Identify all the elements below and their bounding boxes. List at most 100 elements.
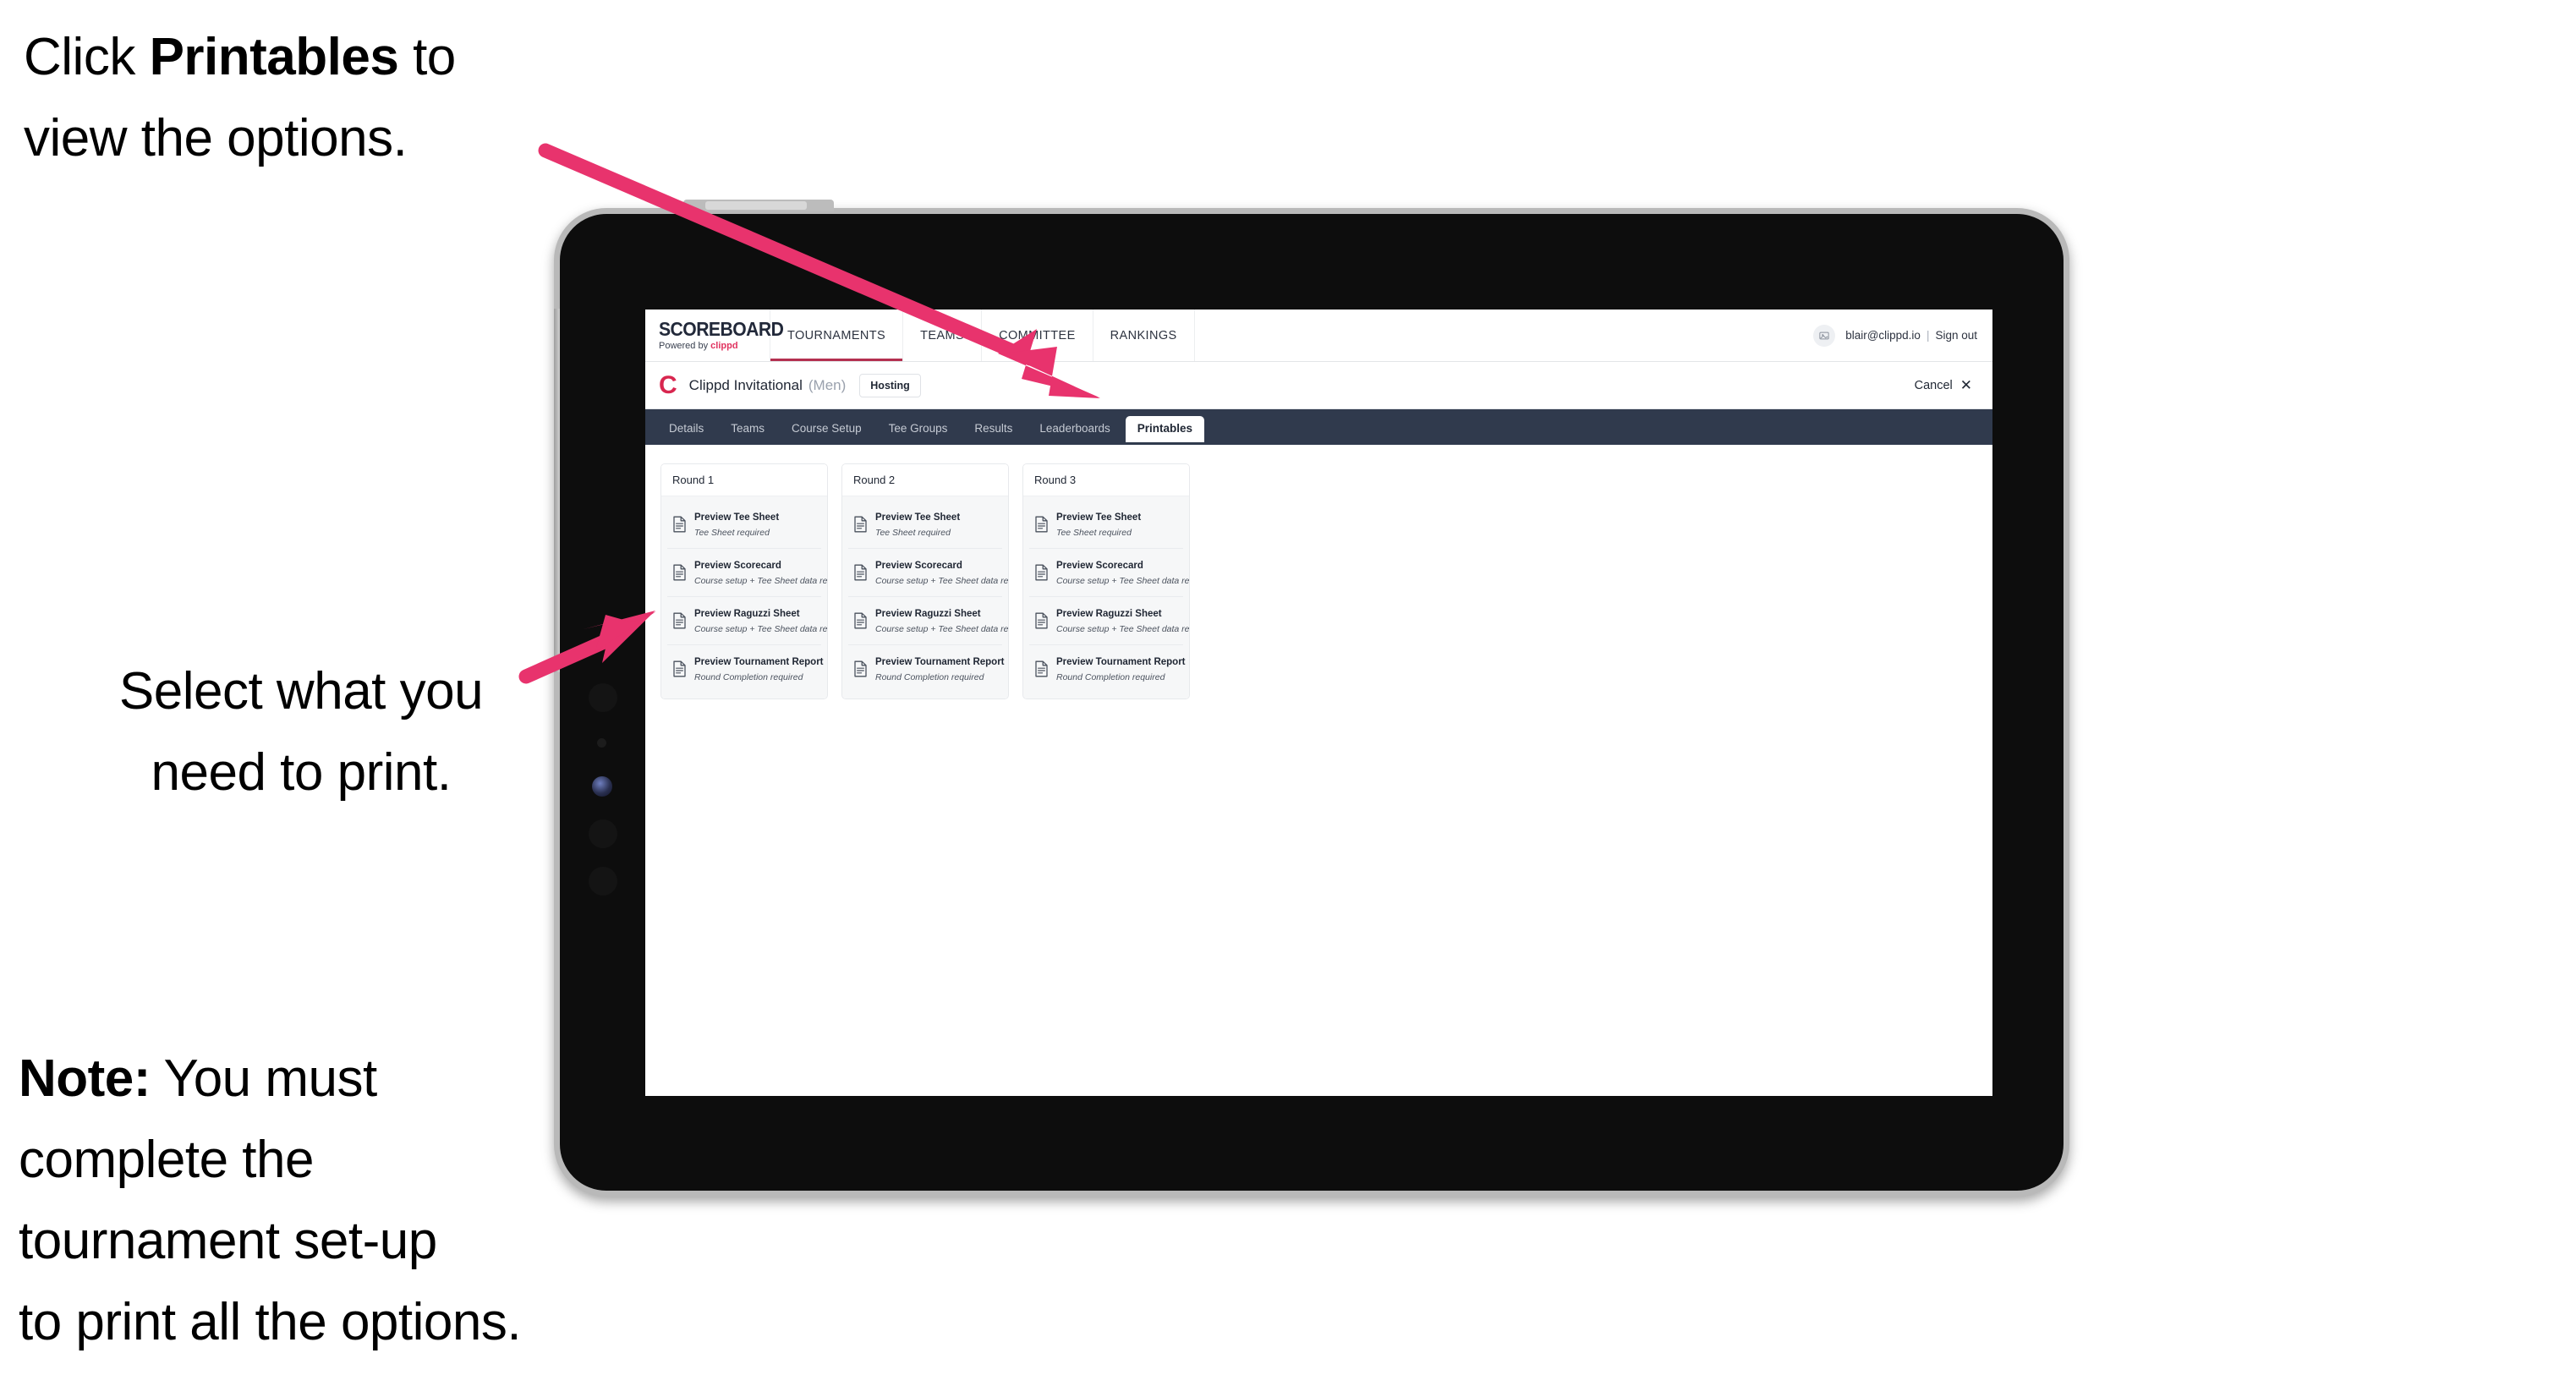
printable-item-raguzzi-sheet[interactable]: Preview Raguzzi Sheet Course setup + Tee… <box>667 597 827 645</box>
tab-course-setup[interactable]: Course Setup <box>780 416 874 441</box>
printable-item-title: Preview Scorecard <box>1056 561 1143 571</box>
tab-printables-label: Printables <box>1137 422 1193 435</box>
tab-leaderboards[interactable]: Leaderboards <box>1028 416 1121 441</box>
document-icon <box>853 612 868 629</box>
tab-results[interactable]: Results <box>962 416 1024 441</box>
printable-item-subtitle: Course setup + Tee Sheet data required <box>875 624 1009 634</box>
round-column: Round 3 Preview Tee Sheet Tee Sheet requ… <box>1022 463 1190 699</box>
printable-item-tournament-report[interactable]: Preview Tournament Report Round Completi… <box>848 645 1005 693</box>
printable-item-title: Preview Raguzzi Sheet <box>875 609 981 619</box>
annotation-click-printables: Click Printables to view the options. <box>24 17 616 179</box>
printable-item-text: Preview Tournament Report Round Completi… <box>694 654 824 684</box>
printable-item-title: Preview Raguzzi Sheet <box>1056 609 1162 619</box>
printable-item-tournament-report[interactable]: Preview Tournament Report Round Completi… <box>1029 645 1186 693</box>
printable-item-scorecard[interactable]: Preview Scorecard Course setup + Tee She… <box>1029 549 1189 597</box>
printable-item-text: Preview Tournament Report Round Completi… <box>875 654 1005 684</box>
round-items: Preview Tee Sheet Tee Sheet required Pre… <box>661 496 827 698</box>
hosting-badge[interactable]: Hosting <box>859 373 921 397</box>
account-separator: | <box>1926 329 1930 342</box>
round-title: Round 1 <box>661 464 827 496</box>
tab-details[interactable]: Details <box>657 416 715 441</box>
clippd-c-logo-icon: C <box>659 370 677 399</box>
tab-tee-groups-label: Tee Groups <box>888 422 948 435</box>
printable-item-title: Preview Raguzzi Sheet <box>694 609 800 619</box>
round-column: Round 2 Preview Tee Sheet Tee Sheet requ… <box>841 463 1009 699</box>
printable-item-title: Preview Scorecard <box>875 561 962 571</box>
printables-content: Round 1 Preview Tee Sheet Tee Sheet requ… <box>645 445 1992 718</box>
tab-tee-groups[interactable]: Tee Groups <box>877 416 960 441</box>
printable-item-scorecard[interactable]: Preview Scorecard Course setup + Tee She… <box>667 549 827 597</box>
close-icon: ✕ <box>1959 377 1972 393</box>
document-icon <box>1034 660 1049 677</box>
logo-brand-clippd: clippd <box>710 341 738 351</box>
printable-item-subtitle: Round Completion required <box>694 672 803 682</box>
account-area: blair@clippd.io | Sign out <box>1813 310 1992 361</box>
nav-tab-committee[interactable]: COMMITTEE <box>982 310 1093 361</box>
printable-item-raguzzi-sheet[interactable]: Preview Raguzzi Sheet Course setup + Tee… <box>1029 597 1189 645</box>
printable-item-raguzzi-sheet[interactable]: Preview Raguzzi Sheet Course setup + Tee… <box>848 597 1008 645</box>
primary-navigation: TOURNAMENTS TEAMS COMMITTEE RANKINGS <box>770 310 1195 361</box>
printable-item-tee-sheet[interactable]: Preview Tee Sheet Tee Sheet required <box>1029 501 1183 549</box>
device-side-rail <box>554 309 560 672</box>
printable-item-subtitle: Course setup + Tee Sheet data required <box>875 576 1009 586</box>
tab-teams[interactable]: Teams <box>719 416 776 441</box>
tab-printables[interactable]: Printables <box>1125 416 1205 442</box>
tab-teams-label: Teams <box>731 422 765 435</box>
document-icon <box>1034 612 1049 629</box>
document-icon <box>853 660 868 677</box>
screenshot-canvas: Click Printables to view the options. Se… <box>0 0 2576 1386</box>
tournament-gender: (Men) <box>808 376 847 393</box>
nav-tab-tournaments[interactable]: TOURNAMENTS <box>770 310 904 361</box>
tab-details-label: Details <box>669 422 704 435</box>
account-text: blair@clippd.io | Sign out <box>1845 329 1977 342</box>
printable-item-subtitle: Tee Sheet required <box>875 528 951 538</box>
front-camera-icon <box>592 776 612 797</box>
printable-item-subtitle: Course setup + Tee Sheet data required <box>1056 576 1190 586</box>
printable-item-subtitle: Course setup + Tee Sheet data required <box>694 576 828 586</box>
volume-button-down[interactable] <box>589 819 617 848</box>
scoreboard-logo[interactable]: SCOREBOARD Powered by clippd <box>645 310 784 361</box>
power-button[interactable] <box>683 200 834 211</box>
annotation-mid-line2: need to print. <box>151 743 452 802</box>
printable-item-text: Preview Tee Sheet Tee Sheet required <box>1056 509 1178 540</box>
printable-item-subtitle: Round Completion required <box>1056 672 1165 682</box>
tab-leaderboards-label: Leaderboards <box>1039 422 1110 435</box>
account-email: blair@clippd.io <box>1845 329 1921 342</box>
printable-item-text: Preview Raguzzi Sheet Course setup + Tee… <box>1056 605 1189 636</box>
home-button[interactable] <box>589 867 617 896</box>
printable-item-text: Preview Scorecard Course setup + Tee She… <box>1056 557 1189 588</box>
printable-item-title: Preview Tournament Report <box>875 657 1005 667</box>
logo-powered-by: Powered by clippd <box>659 342 770 351</box>
nav-tab-rankings[interactable]: RANKINGS <box>1093 310 1195 361</box>
cancel-button[interactable]: Cancel ✕ <box>1915 378 1979 392</box>
annotation-note-line4: to print all the options. <box>19 1293 522 1351</box>
annotation-mid-line1: Select what you <box>118 662 484 720</box>
annotation-select-what-to-print: Select what you need to print. <box>30 651 572 814</box>
printable-item-title: Preview Tee Sheet <box>1056 512 1142 523</box>
printable-item-title: Preview Tournament Report <box>694 657 824 667</box>
printable-item-text: Preview Tournament Report Round Completi… <box>1056 654 1186 684</box>
printable-item-subtitle: Round Completion required <box>875 672 984 682</box>
round-items: Preview Tee Sheet Tee Sheet required Pre… <box>1023 496 1189 698</box>
printable-item-subtitle: Course setup + Tee Sheet data required <box>694 624 828 634</box>
printable-item-tee-sheet[interactable]: Preview Tee Sheet Tee Sheet required <box>848 501 1002 549</box>
cancel-button-label: Cancel <box>1914 378 1953 392</box>
logo-wordmark: SCOREBOARD <box>659 318 784 340</box>
avatar[interactable] <box>1813 324 1836 347</box>
sign-out-link[interactable]: Sign out <box>1935 329 1977 342</box>
document-icon <box>853 516 868 533</box>
printable-item-scorecard[interactable]: Preview Scorecard Course setup + Tee She… <box>848 549 1008 597</box>
annotation-note-bold: Note: <box>19 1049 151 1108</box>
nav-tab-teams[interactable]: TEAMS <box>903 310 983 361</box>
tournament-name: Clippd Invitational <box>688 376 803 393</box>
round-column: Round 1 Preview Tee Sheet Tee Sheet requ… <box>660 463 828 699</box>
printable-item-tournament-report[interactable]: Preview Tournament Report Round Completi… <box>667 645 824 693</box>
printable-item-text: Preview Tee Sheet Tee Sheet required <box>694 509 816 540</box>
section-tab-bar: Details Teams Course Setup Tee Groups Re… <box>645 409 1992 445</box>
printable-item-tee-sheet[interactable]: Preview Tee Sheet Tee Sheet required <box>667 501 821 549</box>
microphone-hole <box>597 738 606 748</box>
document-icon <box>1034 564 1049 581</box>
volume-button-up[interactable] <box>589 683 617 712</box>
round-title: Round 3 <box>1023 464 1189 496</box>
document-icon <box>672 516 687 533</box>
